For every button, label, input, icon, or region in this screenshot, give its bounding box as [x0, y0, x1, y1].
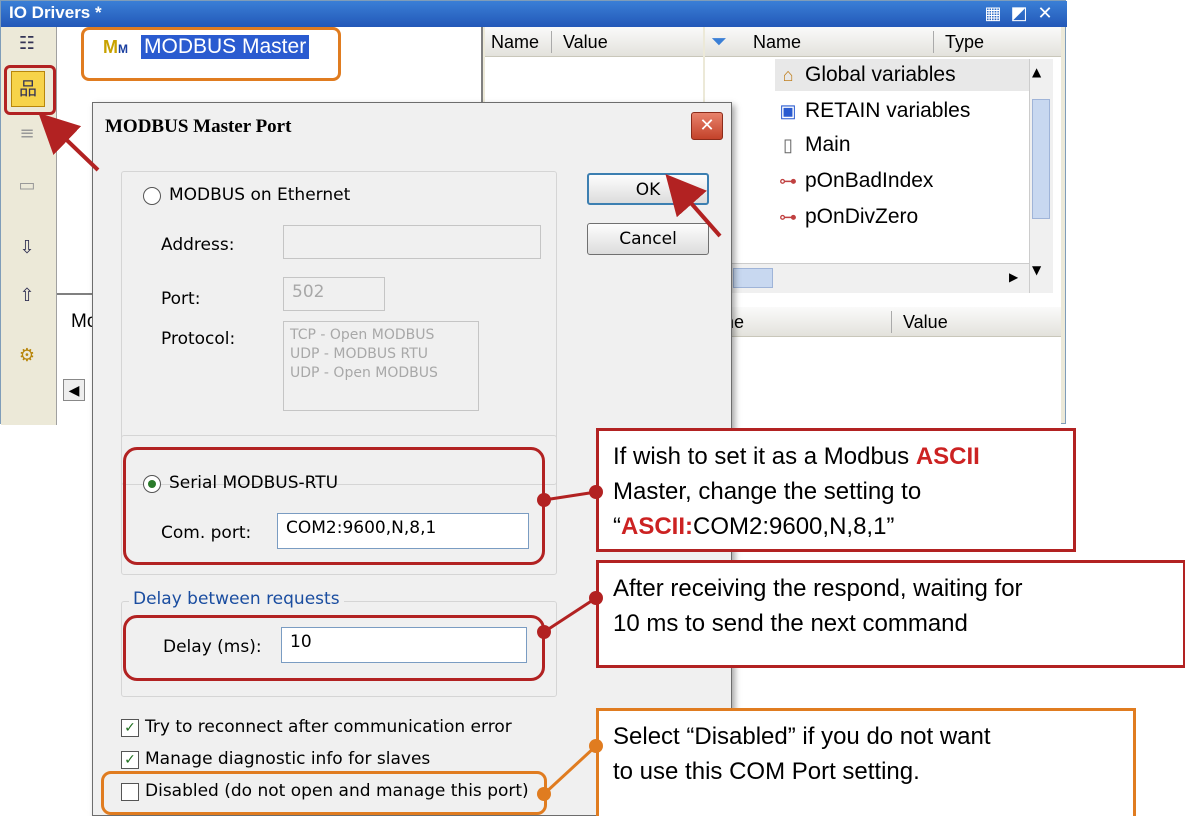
connector-dot [589, 739, 603, 753]
connector-disabled [542, 744, 598, 796]
connector-dot [537, 493, 551, 507]
connector-ascii [543, 490, 597, 502]
connector-delay [543, 596, 597, 634]
connector-dot [589, 591, 603, 605]
annotation-overlay [38, 112, 722, 801]
connector-dot [537, 625, 551, 639]
connector-dot [537, 787, 551, 801]
connector-dot [589, 485, 603, 499]
arrow-to-network-icon [38, 112, 100, 172]
arrow-to-ok-button [665, 173, 722, 238]
